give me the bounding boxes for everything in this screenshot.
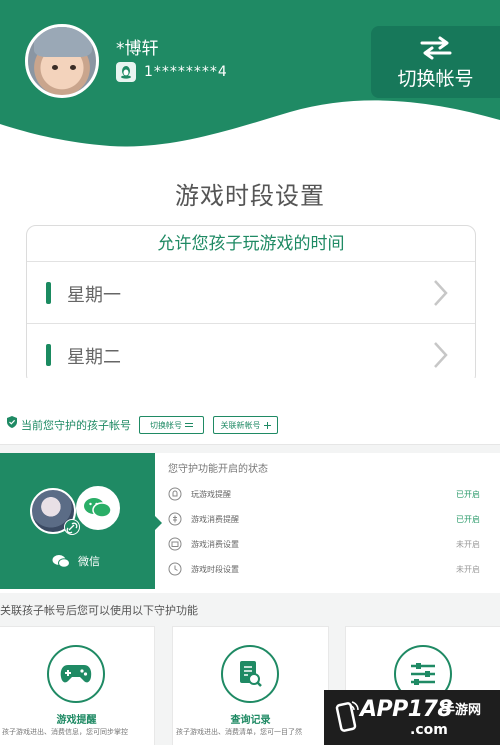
parent-avatar[interactable] (25, 24, 99, 98)
watermark-brand: APP178 (360, 697, 453, 722)
coin-icon (168, 512, 182, 526)
channel-label: 微信 (78, 555, 100, 568)
status-name: 玩游戏提醒 (191, 489, 231, 499)
plus-icon (263, 421, 271, 429)
switch-child-account-button[interactable]: 切换帐号 (139, 416, 204, 434)
document-search-icon (221, 645, 279, 703)
shield-icon (7, 416, 17, 428)
page-title: 游戏时段设置 (175, 182, 325, 210)
watermark-site-name: 手游网 (442, 703, 482, 718)
guarded-account-bar: 当前您守护的孩子帐号 切换帐号 关联新帐号 (0, 400, 500, 445)
chevron-right-icon (434, 342, 448, 368)
feature-name: 查询记录 (230, 715, 271, 726)
channel-row: 微信 (52, 553, 100, 569)
wechat-icon (52, 555, 70, 568)
switch-account-label: 切换帐号 (397, 68, 474, 90)
switch-account-button[interactable]: 切换帐号 (371, 26, 500, 98)
feature-name: 游戏提醒 (56, 715, 97, 726)
feature-description: 孩子游戏进出、消费信息，您可同步掌控 (2, 728, 128, 736)
guarded-account-title: 当前您守护的孩子帐号 (21, 419, 131, 432)
app-screen: *博轩 1********4 切换帐号 游戏时段设置 允许您孩子玩游戏的时间 星… (0, 0, 500, 745)
status-title: 您守护功能开启的状态 (168, 464, 268, 475)
clock-icon (168, 562, 182, 576)
swap-arrows-icon (371, 36, 500, 62)
watermark-brand-text: APP178 (360, 697, 453, 722)
username: *博轩 (116, 39, 159, 59)
link-new-account-button[interactable]: 关联新帐号 (213, 416, 278, 434)
day-row-tuesday[interactable]: 星期二 (27, 324, 475, 378)
day-label: 星期二 (67, 347, 121, 368)
guard-status-section: 微信 您守护功能开启的状态 玩游戏提醒 已开启 游戏消费提醒 已开启 游戏消费设… (0, 453, 500, 593)
allowed-time-card: 允许您孩子玩游戏的时间 星期一 星期二 (26, 225, 476, 378)
status-badge: 未开启 (456, 539, 480, 549)
status-row-play-reminder[interactable]: 玩游戏提醒 已开启 (168, 482, 488, 506)
qq-account-row: 1********4 (116, 62, 228, 82)
status-badge: 已开启 (456, 489, 480, 499)
swap-icon (185, 423, 193, 427)
qq-number: 1********4 (144, 64, 228, 80)
watermark-domain: .com (410, 722, 448, 738)
feature-description: 孩子游戏进出、消费清单，您可一目了然 (176, 728, 302, 736)
chevron-right-icon (434, 280, 448, 306)
game-time-settings-panel: *博轩 1********4 切换帐号 游戏时段设置 允许您孩子玩游戏的时间 星… (0, 0, 500, 378)
status-row-time-settings[interactable]: 游戏时段设置 未开启 (168, 557, 488, 581)
status-name: 游戏时段设置 (191, 564, 239, 574)
switch-child-account-label: 切换帐号 (150, 420, 182, 430)
site-watermark: APP178 .com 手游网 (324, 690, 500, 745)
qq-penguin-icon (116, 62, 136, 82)
wallet-icon (168, 537, 182, 551)
feature-card-game-reminder[interactable]: 游戏提醒 孩子游戏进出、消费信息，您可同步掌控 (0, 626, 155, 745)
link-new-account-label: 关联新帐号 (220, 420, 261, 430)
status-name: 游戏消费设置 (191, 539, 239, 549)
wechat-icon (84, 498, 112, 518)
allowed-time-heading: 允许您孩子玩游戏的时间 (27, 226, 475, 262)
child-account-card[interactable]: 微信 (0, 453, 162, 589)
feature-card-query-records[interactable]: 查询记录 孩子游戏进出、消费清单，您可一目了然 (172, 626, 329, 745)
day-marker (46, 344, 51, 366)
day-marker (46, 282, 51, 304)
wechat-logo-circle (76, 486, 120, 530)
status-name: 游戏消费提醒 (191, 514, 239, 524)
gamepad-icon (47, 645, 105, 703)
status-badge: 未开启 (456, 564, 480, 574)
day-label: 星期一 (67, 285, 121, 306)
day-row-monday[interactable]: 星期一 (27, 262, 475, 324)
phone-logo-icon (335, 701, 359, 732)
status-badge: 已开启 (456, 514, 480, 524)
status-row-spend-reminder[interactable]: 游戏消费提醒 已开启 (168, 507, 488, 531)
status-row-spend-settings[interactable]: 游戏消费设置 未开启 (168, 532, 488, 556)
link-icon (64, 519, 80, 535)
features-title: 关联孩子帐号后您可以使用以下守护功能 (0, 604, 198, 617)
bell-icon (168, 487, 182, 501)
